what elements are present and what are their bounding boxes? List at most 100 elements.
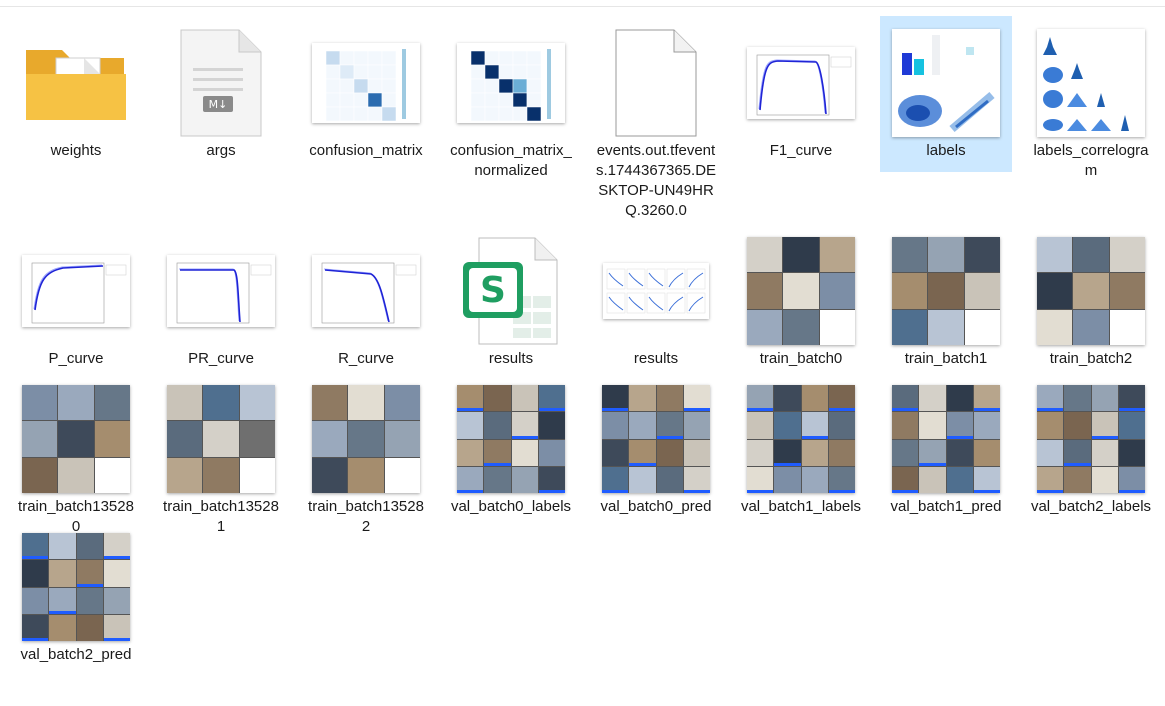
file-item-train-batch135281[interactable]: train_batch135281 — [155, 372, 287, 535]
file-item-events-out-tfevents-1744367365-desktop-un49hrq-3260-0[interactable]: events.out.tfevents.1744367365.DESKTOP-U… — [590, 16, 722, 219]
image-thumbnail — [892, 385, 1000, 493]
thumbnail-tile — [1118, 412, 1145, 439]
thumbnail-tile — [511, 439, 538, 466]
thumbnail-tile — [683, 385, 710, 412]
thumbnail-tile — [828, 385, 855, 412]
image-thumbnail — [22, 533, 130, 641]
file-item-f1-curve[interactable]: F1_curve — [735, 16, 867, 172]
thumbnail-tile — [892, 385, 919, 412]
thumbnail-tile — [973, 385, 1000, 412]
thumbnail-tile — [103, 560, 130, 587]
thumbnail-tile — [49, 587, 76, 614]
thumbnail-tile — [747, 309, 783, 345]
file-item-val-batch2-labels[interactable]: val_batch2_labels — [1025, 372, 1157, 528]
file-item-results[interactable]: S results — [445, 224, 577, 380]
file-item-val-batch1-pred[interactable]: val_batch1_pred — [880, 372, 1012, 528]
thumbnail-tile — [457, 466, 484, 493]
image-thumbnail — [22, 385, 130, 493]
thumbnail-tile — [348, 457, 384, 493]
thumbnail-tile — [629, 385, 656, 412]
thumbnail-tile — [1109, 237, 1145, 273]
thumbnail-tile — [103, 587, 130, 614]
thumbnail-tile — [819, 309, 855, 345]
file-name-label: results — [633, 350, 679, 367]
thumbnail-tile — [801, 385, 828, 412]
thumbnail-tile — [203, 421, 239, 457]
image-thumbnail-icon — [446, 25, 576, 141]
thumbnail-tile — [1037, 439, 1064, 466]
thumbnail-tile — [892, 439, 919, 466]
file-name-label: PR_curve — [188, 350, 254, 367]
thumbnail-tile — [384, 421, 420, 457]
thumbnail-tile — [892, 273, 928, 309]
file-name-label: F1_curve — [769, 142, 833, 159]
file-item-confusion-matrix[interactable]: confusion_matrix — [300, 16, 432, 172]
thumbnail-tile — [94, 421, 130, 457]
image-thumbnail-icon — [301, 25, 431, 141]
file-item-p-curve[interactable]: P_curve — [10, 224, 142, 380]
thumbnail-tile — [1073, 273, 1109, 309]
thumbnail-tile — [919, 412, 946, 439]
thumbnail-tile — [747, 385, 774, 412]
thumbnail-tile — [819, 273, 855, 309]
thumbnail-tile — [1037, 309, 1073, 345]
file-name-label: events.out.tfevents.1744367365.DESKTOP-U… — [595, 142, 717, 219]
file-name-label: confusion_matrix_normalized — [450, 142, 572, 179]
file-item-args[interactable]: M↓ args — [155, 16, 287, 172]
thumbnail-tile — [239, 457, 275, 493]
thumbnail-tile — [683, 439, 710, 466]
file-item-weights[interactable]: weights — [10, 16, 142, 172]
thumbnail-tile — [629, 412, 656, 439]
thumbnail-tile — [1118, 385, 1145, 412]
thumbnail-tile — [774, 439, 801, 466]
thumbnail-tile — [457, 439, 484, 466]
file-item-r-curve[interactable]: R_curve — [300, 224, 432, 380]
file-name-label: weights — [50, 142, 102, 159]
thumbnail-tile — [656, 466, 683, 493]
file-item-train-batch135280[interactable]: train_batch135280 — [10, 372, 142, 535]
file-item-val-batch2-pred[interactable]: val_batch2_pred — [10, 520, 142, 706]
file-item-labels[interactable]: labels — [880, 16, 1012, 172]
thumbnail-tile — [1118, 466, 1145, 493]
image-thumbnail-icon — [591, 381, 721, 497]
thumbnail-tile — [819, 237, 855, 273]
thumbnail-tile — [511, 385, 538, 412]
image-thumbnail-icon — [301, 233, 431, 349]
markdown-file-icon: M↓ — [156, 25, 286, 141]
thumbnail-tile — [484, 439, 511, 466]
thumbnail-tile — [801, 412, 828, 439]
thumbnail-tile — [1091, 439, 1118, 466]
thumbnail-tile — [964, 273, 1000, 309]
image-thumbnail-icon — [156, 233, 286, 349]
file-item-labels-correlogram[interactable]: labels_correlogram — [1025, 16, 1157, 179]
file-item-val-batch0-labels[interactable]: val_batch0_labels — [445, 372, 577, 528]
image-thumbnail-icon — [446, 381, 576, 497]
file-item-results[interactable]: results — [590, 224, 722, 380]
file-item-val-batch0-pred[interactable]: val_batch0_pred — [590, 372, 722, 528]
file-item-val-batch1-labels[interactable]: val_batch1_labels — [735, 372, 867, 528]
image-thumbnail — [602, 385, 710, 493]
image-thumbnail — [747, 385, 855, 493]
thumbnail-tile — [747, 273, 783, 309]
thumbnail-tile — [973, 466, 1000, 493]
file-item-train-batch1[interactable]: train_batch1 — [880, 224, 1012, 380]
thumbnail-tile — [783, 273, 819, 309]
thumbnail-tile — [457, 412, 484, 439]
file-item-train-batch2[interactable]: train_batch2 — [1025, 224, 1157, 380]
thumbnail-tile — [919, 439, 946, 466]
file-name-label: args — [206, 142, 236, 159]
thumbnail-tile — [892, 309, 928, 345]
thumbnail-tile — [22, 560, 49, 587]
file-name-label: confusion_matrix — [309, 142, 423, 159]
thumbnail-tile — [1064, 385, 1091, 412]
image-thumbnail-icon — [11, 529, 141, 645]
file-item-confusion-matrix-normalized[interactable]: confusion_matrix_normalized — [445, 16, 577, 179]
image-thumbnail-icon — [301, 381, 431, 497]
file-item-pr-curve[interactable]: PR_curve — [155, 224, 287, 380]
thumbnail-tile — [94, 457, 130, 493]
thumbnail-tile — [683, 412, 710, 439]
file-item-train-batch0[interactable]: train_batch0 — [735, 224, 867, 380]
image-thumbnail-icon — [1026, 381, 1156, 497]
thumbnail-tile — [239, 385, 275, 421]
file-item-train-batch135282[interactable]: train_batch135282 — [300, 372, 432, 535]
